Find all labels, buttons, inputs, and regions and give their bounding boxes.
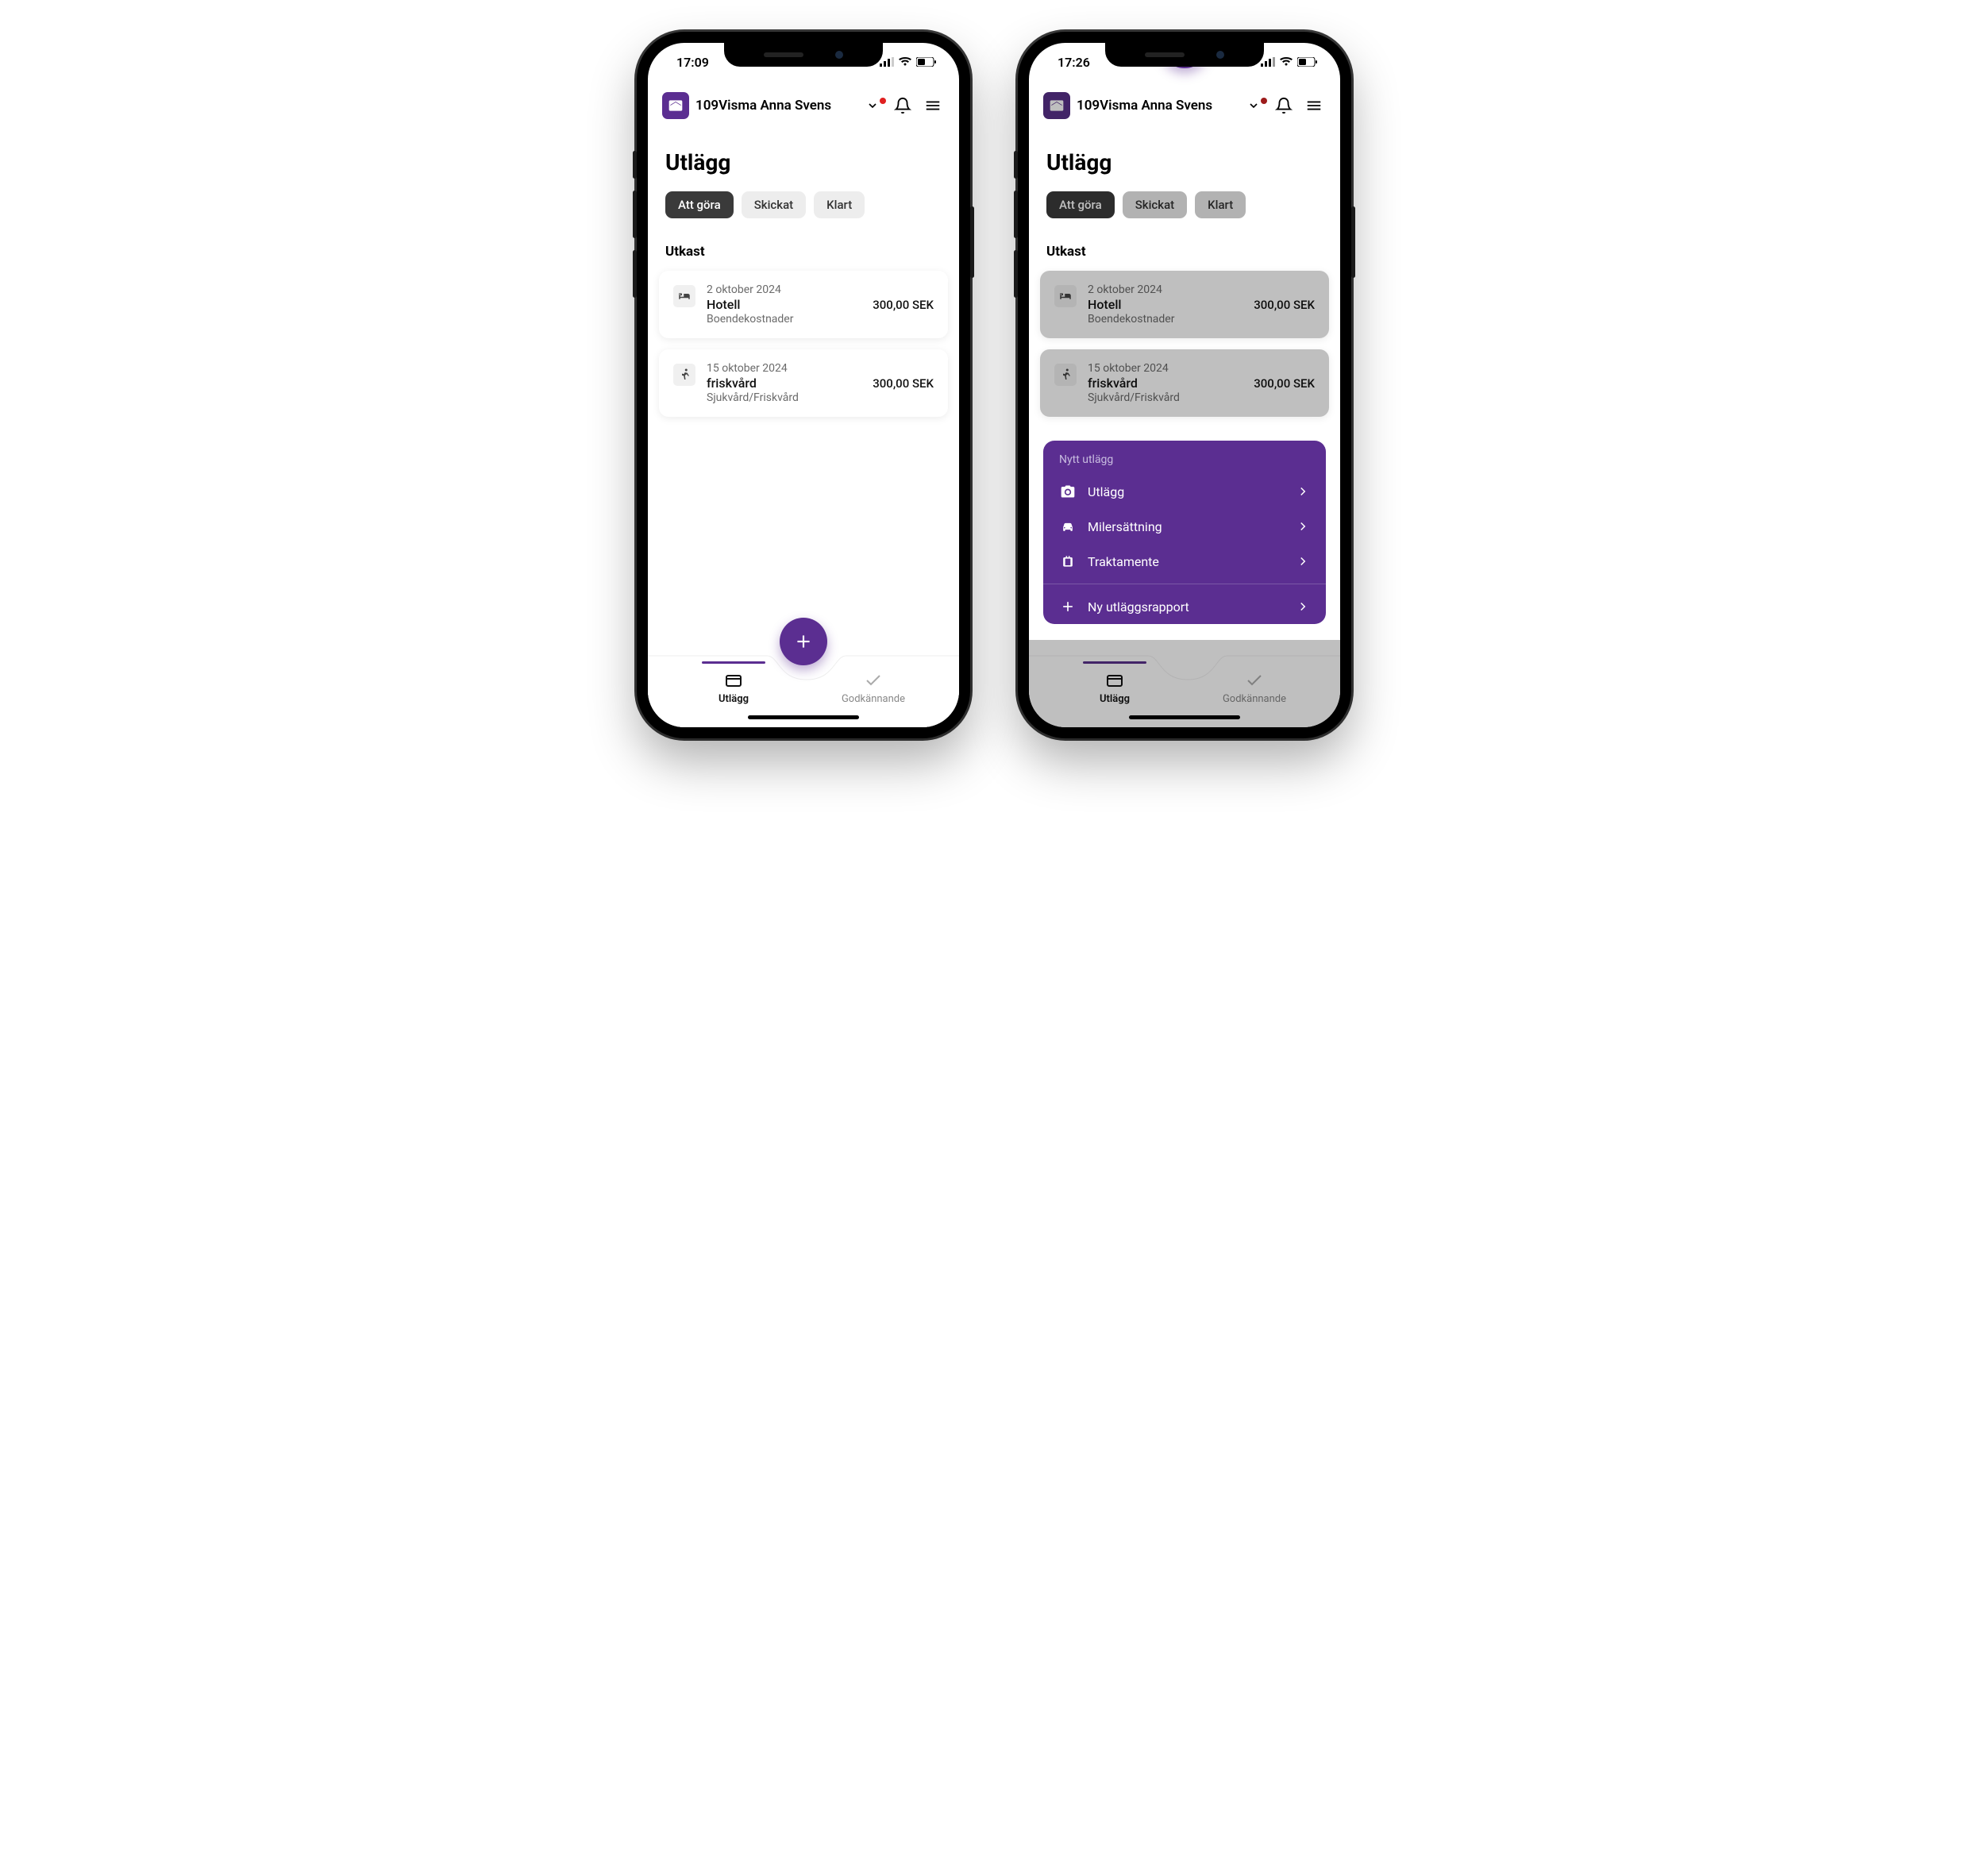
tab-att-gora[interactable]: Att göra [665,191,734,218]
page-title: Utlägg [648,130,959,191]
popup-item-utlagg[interactable]: Utlägg [1043,474,1326,509]
app-icon [662,92,689,119]
phone-left: 17:09 109Visma Anna Svens [637,32,970,738]
plus-icon [793,631,814,652]
bell-icon [894,97,911,114]
nav-label: Godkännande [842,693,905,705]
popup-item-traktamente[interactable]: Traktamente [1043,544,1326,579]
card-amount: 300,00 SEK [873,376,934,391]
nav-godkannande[interactable]: Godkännande [826,671,921,705]
chevron-right-icon [1296,484,1310,499]
expense-card[interactable]: 15 oktober 2024 friskvård Sjukvård/Frisk… [659,349,948,417]
card-icon [724,671,743,690]
bottom-nav: Utlägg Godkännande [648,640,959,727]
tab-klart[interactable]: Klart [814,191,865,218]
filter-tabs: Att göra Skickat Klart [648,191,959,218]
hamburger-icon [924,97,942,114]
tab-skickat[interactable]: Skickat [742,191,806,218]
nav-label: Utlägg [719,693,749,705]
cellular-icon [880,57,894,67]
chevron-right-icon [1296,554,1310,568]
popup-item-new-report[interactable]: Ny utläggsrapport [1043,589,1326,624]
card-subtitle: Boendekostnader [707,313,861,326]
check-icon [864,671,883,690]
card-date: 15 oktober 2024 [707,362,861,375]
card-title: Hotell [707,297,861,312]
popup-item-label: Milersättning [1088,519,1162,534]
user-dropdown[interactable] [861,99,884,112]
bell-button[interactable] [891,97,915,114]
popup-item-milersattning[interactable]: Milersättning [1043,509,1326,544]
chevron-right-icon [1296,599,1310,614]
notification-dot [880,98,886,104]
fab-add[interactable] [780,618,827,665]
nav-utlagg[interactable]: Utlägg [686,671,781,705]
popup-item-label: Utlägg [1088,484,1124,499]
chevron-right-icon [1296,519,1310,534]
bed-icon [673,285,695,307]
battery-icon [916,57,937,67]
luggage-icon [1059,553,1077,569]
phone-right: 17:26 109Visma Anna Svens [1018,32,1351,738]
notch [724,43,883,67]
section-label-utkast: Utkast [648,218,959,271]
chevron-down-icon [866,99,879,112]
running-icon [673,364,695,386]
card-title: friskvård [707,376,861,391]
user-name: 109Visma Anna Svens [695,98,854,114]
card-date: 2 oktober 2024 [707,283,861,296]
new-expense-popup: Nytt utlägg Utlägg Milersättning Tra [1043,441,1326,624]
car-icon [1059,518,1077,534]
home-indicator[interactable] [748,715,859,719]
popup-title: Nytt utlägg [1043,441,1326,474]
popup-item-label: Traktamente [1088,554,1159,569]
popup-item-label: Ny utläggsrapport [1088,599,1189,615]
card-subtitle: Sjukvård/Friskvård [707,391,861,404]
modal-overlay[interactable] [1029,43,1340,727]
menu-button[interactable] [921,97,945,114]
expense-card[interactable]: 2 oktober 2024 Hotell Boendekostnader 30… [659,271,948,338]
app-header: 109Visma Anna Svens [648,81,959,130]
status-time: 17:09 [676,55,709,70]
camera-icon [1059,484,1077,499]
card-amount: 300,00 SEK [873,298,934,312]
plus-icon [1059,599,1077,615]
notch [1105,43,1264,67]
wifi-icon [899,57,911,67]
